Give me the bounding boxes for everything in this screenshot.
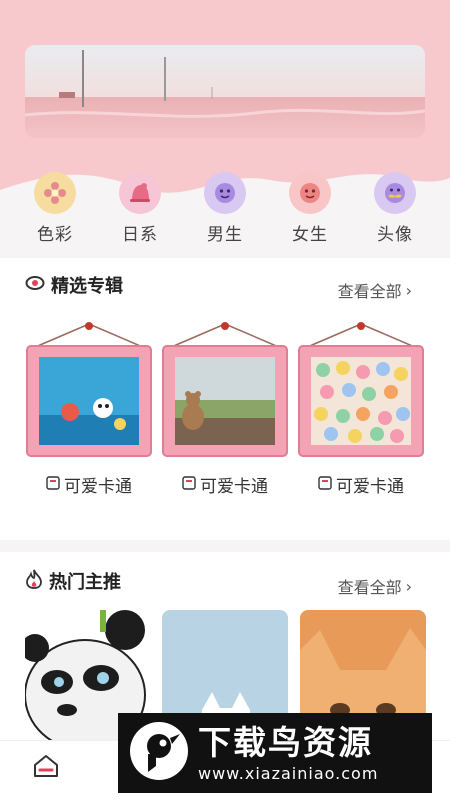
album-icon [318, 475, 332, 495]
album-frame [25, 320, 153, 460]
fire-icon [25, 569, 43, 594]
flower-icon [34, 172, 76, 214]
album-card[interactable]: 可爱卡通 [297, 320, 425, 497]
chevron-right-icon: › [405, 280, 412, 300]
view-all-label: 查看全部 [337, 578, 402, 597]
category-label: 头像 [377, 225, 413, 245]
category-label: 色彩 [37, 225, 73, 245]
hat-icon [119, 172, 161, 214]
album-label-text: 可爱卡通 [64, 477, 132, 497]
watermark-url: www.xiazainiao.com [198, 763, 379, 783]
watermark-banner: 下载鸟资源 www.xiazainiao.com [118, 713, 432, 793]
album-frame [161, 320, 289, 460]
album-card[interactable]: 可爱卡通 [25, 320, 153, 497]
girl-face-icon [289, 172, 331, 214]
category-japanese[interactable]: 日系 [110, 172, 170, 245]
category-label: 日系 [122, 225, 158, 245]
album-card[interactable]: 可爱卡通 [161, 320, 289, 497]
hot-title: 热门主推 [25, 568, 121, 594]
watermark-title: 下载鸟资源 [198, 722, 373, 762]
album-label: 可爱卡通 [297, 472, 425, 497]
category-color[interactable]: 色彩 [25, 172, 85, 245]
featured-title: 精选专辑 [25, 272, 123, 298]
view-all-label: 查看全部 [337, 282, 402, 301]
chevron-right-icon: › [405, 576, 412, 596]
featured-title-text: 精选专辑 [51, 276, 123, 297]
featured-view-all[interactable]: 查看全部 › [338, 278, 412, 302]
album-frame [297, 320, 425, 460]
album-icon [182, 475, 196, 495]
category-girls[interactable]: 女生 [280, 172, 340, 245]
mustache-face-icon [374, 172, 416, 214]
eye-icon [25, 275, 45, 296]
album-icon [46, 475, 60, 495]
album-label: 可爱卡通 [25, 472, 153, 497]
watermark-text: 下载鸟资源 www.xiazainiao.com [198, 722, 379, 783]
category-avatar[interactable]: 头像 [365, 172, 425, 245]
home-icon[interactable] [32, 753, 60, 783]
hot-title-text: 热门主推 [49, 572, 121, 593]
category-label: 男生 [207, 225, 243, 245]
category-boys[interactable]: 男生 [195, 172, 255, 245]
hot-view-all[interactable]: 查看全部 › [338, 574, 412, 598]
boy-face-icon [204, 172, 246, 214]
category-label: 女生 [292, 225, 328, 245]
album-label-text: 可爱卡通 [200, 477, 268, 497]
banner-image[interactable] [25, 45, 425, 138]
bird-logo-icon [128, 720, 190, 786]
album-label: 可爱卡通 [161, 472, 289, 497]
album-label-text: 可爱卡通 [336, 477, 404, 497]
